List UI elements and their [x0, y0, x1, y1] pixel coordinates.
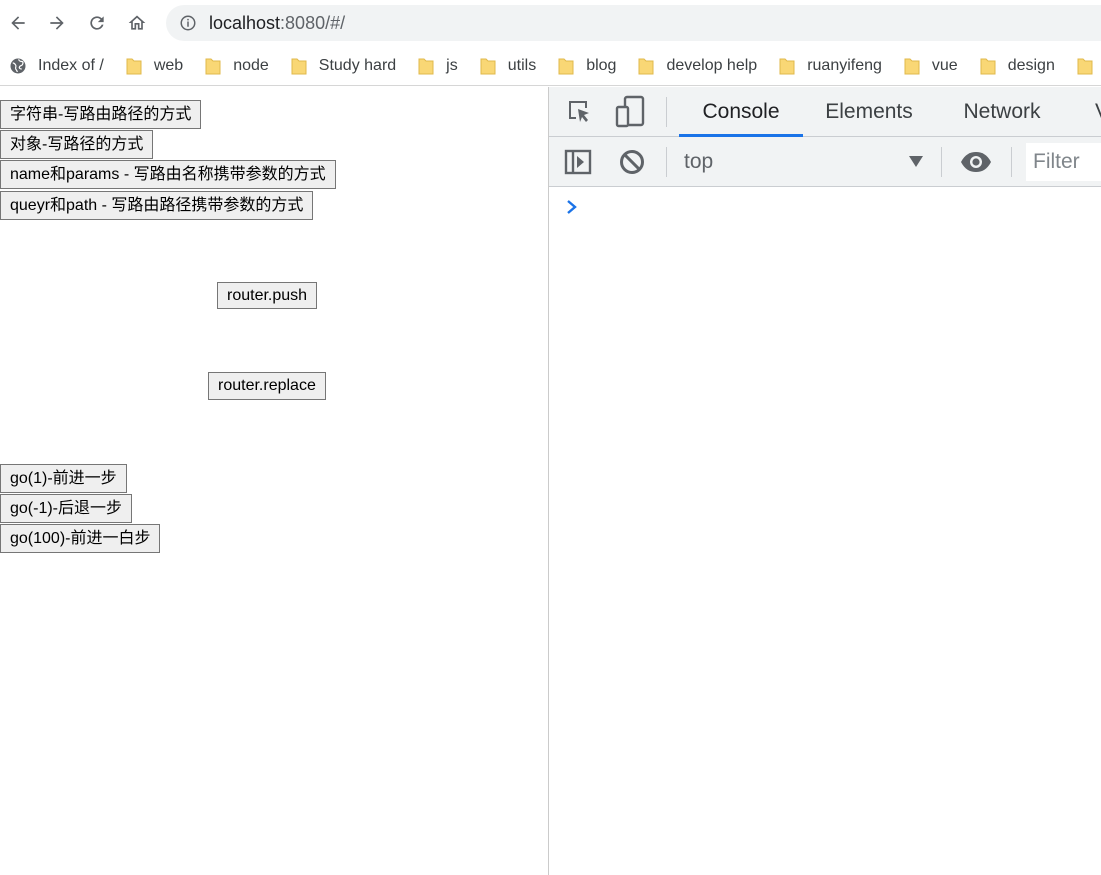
bookmark-label: js [446, 56, 458, 74]
sidebar-toggle-button[interactable] [563, 147, 593, 177]
clear-console-button[interactable] [617, 147, 647, 177]
toolbar-divider [666, 97, 667, 127]
device-mode-icon [615, 95, 645, 128]
bookmark-label: vue [931, 56, 958, 74]
bookmark-label: Study hard [318, 56, 397, 74]
bookmark-web[interactable]: web [126, 51, 183, 81]
home-button[interactable] [122, 8, 152, 38]
bookmark-blog[interactable]: blog [558, 51, 616, 81]
chevron-right-icon [567, 200, 577, 214]
inspect-element-button[interactable] [564, 97, 596, 127]
bookmark-label: node [233, 56, 269, 74]
tab-overflow[interactable]: V [1087, 87, 1101, 137]
bookmark-js[interactable]: js [418, 51, 458, 81]
tab-elements[interactable]: Elements [811, 87, 927, 137]
devtools-tabbar: Console Elements Network V [549, 87, 1101, 137]
reload-icon [90, 16, 104, 30]
folder-icon [205, 58, 221, 74]
bookmark-node[interactable]: node [205, 51, 269, 81]
tab-network[interactable]: Network [947, 87, 1057, 137]
bookmark-overflow[interactable] [1077, 51, 1101, 81]
arrow-right-icon [50, 16, 64, 30]
url-path: :8080/#/ [280, 12, 346, 33]
caret-down-icon [909, 156, 923, 167]
folder-icon [418, 58, 434, 74]
bookmark-ruanyifeng[interactable]: ruanyifeng [779, 51, 882, 81]
bookmark-label: design [1007, 56, 1055, 74]
bookmark-design[interactable]: design [980, 51, 1055, 81]
console-toolbar: top [549, 137, 1101, 187]
go-forward-button[interactable]: go(1)-前进一步 [0, 464, 127, 493]
filter-input[interactable] [1026, 143, 1101, 181]
go-100-button[interactable]: go(100)-前进一白步 [0, 524, 161, 553]
bookmark-utils[interactable]: utils [480, 51, 536, 81]
home-icon [128, 15, 146, 30]
url-host: localhost [209, 12, 281, 33]
bookmark-label: ruanyifeng [807, 56, 882, 74]
router-replace-button[interactable]: router.replace [208, 372, 326, 400]
bookmark-label: web [153, 56, 184, 74]
back-button[interactable] [3, 8, 33, 38]
eye-icon [961, 152, 991, 172]
reload-button[interactable] [82, 8, 112, 38]
folder-icon [904, 58, 920, 74]
folder-icon [291, 58, 307, 74]
devtools-panel: Console Elements Network V top [548, 87, 1101, 875]
live-expression-button[interactable] [959, 147, 993, 177]
info-icon[interactable] [179, 14, 197, 32]
device-toolbar-button[interactable] [613, 94, 647, 130]
context-label: top [684, 150, 714, 173]
folder-icon [638, 58, 654, 74]
name-params-button[interactable]: name和params - 写路由名称携带参数的方式 [0, 160, 336, 189]
forward-button[interactable] [42, 8, 72, 38]
bookmark-develop-help[interactable]: develop help [638, 51, 757, 81]
bookmark-label: utils [507, 56, 537, 74]
go-back-button[interactable]: go(-1)-后退一步 [0, 494, 133, 523]
toolbar-divider [1011, 147, 1012, 177]
bookmark-index[interactable]: Index of / [9, 51, 104, 81]
browser-toolbar: localhost:8080/#/ [0, 0, 1101, 46]
query-path-button[interactable]: queyr和path - 写路由路径携带参数的方式 [0, 191, 314, 220]
block-icon [620, 150, 644, 174]
page-viewport: 字符串-写路由路径的方式 对象-写路径的方式 name和params - 写路由… [0, 87, 548, 875]
toolbar-divider [666, 147, 667, 177]
folder-icon [126, 58, 142, 74]
arrow-left-icon [11, 16, 25, 30]
bookmark-label: Index of / [38, 56, 104, 74]
router-push-button[interactable]: router.push [217, 282, 318, 309]
folder-icon [480, 58, 496, 74]
toolbar-divider [941, 147, 942, 177]
bookmark-label: develop help [666, 56, 758, 74]
folder-icon [980, 58, 996, 74]
sidebar-toggle-icon [564, 149, 592, 175]
folder-icon [558, 58, 574, 74]
address-bar[interactable]: localhost:8080/#/ [166, 5, 1101, 41]
bookmarks-bar: Index of / web node Study hard js utils … [0, 46, 1101, 86]
context-selector[interactable]: top [684, 147, 929, 177]
tab-console[interactable]: Console [679, 87, 803, 137]
object-path-button[interactable]: 对象-写路径的方式 [0, 130, 154, 159]
globe-icon [10, 58, 26, 73]
select-element-icon [569, 101, 589, 122]
string-path-button[interactable]: 字符串-写路由路径的方式 [0, 100, 202, 129]
bookmark-study-hard[interactable]: Study hard [291, 51, 396, 81]
folder-icon [1077, 58, 1093, 74]
bookmark-vue[interactable]: vue [904, 51, 958, 81]
bookmark-label: blog [586, 56, 617, 74]
console-output[interactable] [549, 188, 1101, 875]
folder-icon [779, 58, 795, 74]
